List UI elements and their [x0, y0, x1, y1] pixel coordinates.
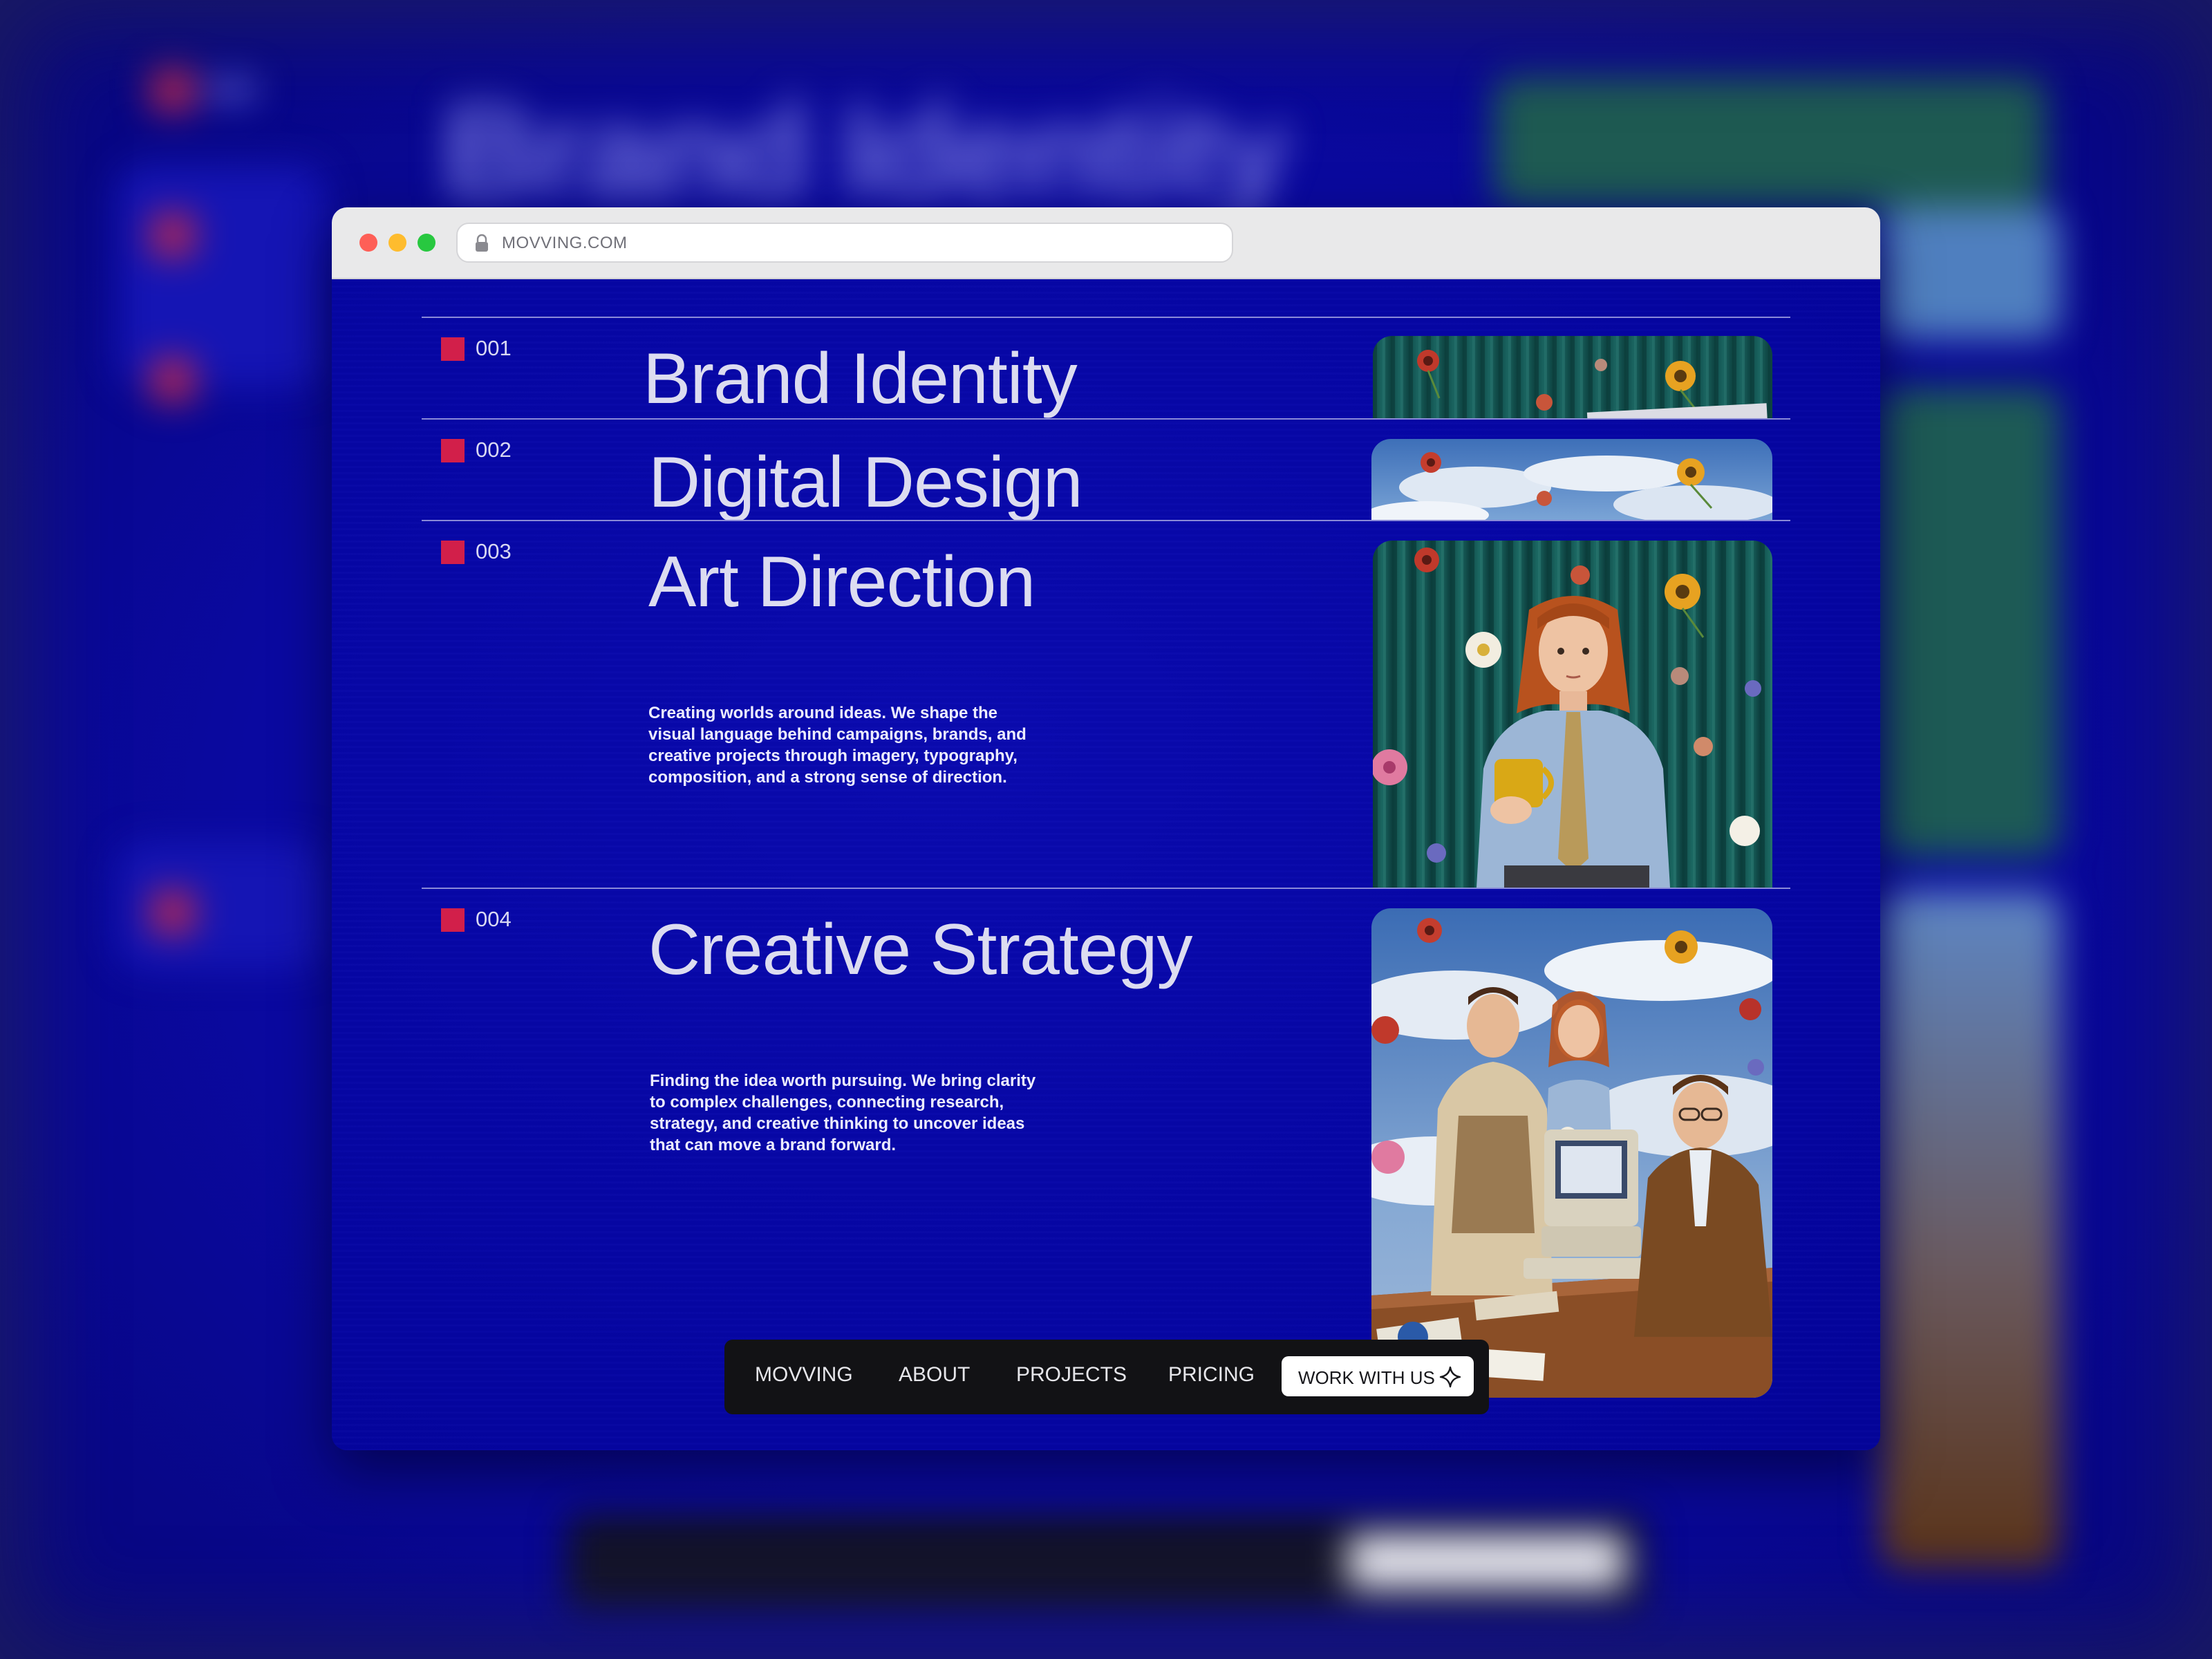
row-description: Finding the idea worth pursuing. We brin… [650, 1071, 1036, 1154]
browser-titlebar: MOVVING.COM [332, 207, 1880, 279]
row-title: Creative Strategy [648, 910, 1192, 990]
service-image-brand-identity [1373, 336, 1772, 418]
url-text: MOVVING.COM [502, 234, 628, 252]
row-title: Brand Identity [643, 343, 1078, 418]
portrait-woman-image [1373, 541, 1772, 888]
background-image [1880, 892, 2060, 1569]
row-title-wrapper: Digital Design [648, 447, 1132, 520]
row-number: 001 [476, 336, 512, 360]
page-content: 001 Brand Identity 002 Digital Design 00… [332, 279, 1880, 1450]
background-square [152, 69, 194, 111]
background-shape [118, 843, 325, 968]
background-square [152, 359, 194, 401]
nav-pricing-link[interactable]: PRICING [1168, 1363, 1255, 1387]
background-title: Brand Identity [442, 78, 1289, 225]
row-title-wrapper: Brand Identity [643, 343, 1127, 418]
maximize-window-button[interactable] [418, 234, 435, 252]
row-title: Digital Design [648, 447, 1083, 520]
nav-projects-link[interactable]: PROJECTS [1016, 1363, 1127, 1387]
team-computer-image [1371, 908, 1772, 1398]
row-marker-square [441, 541, 465, 564]
row-marker-square [441, 337, 465, 361]
address-bar[interactable]: MOVVING.COM [456, 223, 1233, 263]
row-number: 004 [476, 907, 512, 931]
background-number [207, 79, 256, 99]
service-image-art-direction [1373, 541, 1772, 888]
bottom-navbar: MOVVING ABOUT PROJECTS PRICING WORK WITH… [724, 1340, 1489, 1414]
work-with-us-button[interactable]: WORK WITH US [1282, 1356, 1474, 1396]
background-shape [118, 166, 325, 387]
curtain-flowers-image [1373, 336, 1772, 418]
work-with-us-label: WORK WITH US [1298, 1367, 1435, 1388]
row-number: 002 [476, 438, 512, 462]
nav-brand-link[interactable]: MOVVING [755, 1363, 853, 1387]
minimize-window-button[interactable] [388, 234, 406, 252]
sparkle-icon [1439, 1366, 1461, 1388]
background-image [1493, 76, 2046, 207]
background-nav-button [1348, 1535, 1624, 1590]
row-number: 003 [476, 539, 512, 563]
background-square [152, 214, 194, 256]
divider [422, 520, 1790, 521]
row-marker-square [441, 439, 465, 462]
background-image [1880, 387, 2060, 857]
row-title: Art Direction [648, 542, 1035, 622]
browser-window: MOVVING.COM 001 Brand Identity 002 Digit… [332, 207, 1880, 1450]
background-square [152, 892, 194, 933]
background-image [1880, 207, 2060, 339]
row-marker-square [441, 908, 465, 932]
row-description: Creating worlds around ideas. We shape t… [648, 704, 1027, 787]
service-image-digital-design [1371, 439, 1772, 520]
divider [422, 317, 1790, 318]
service-image-creative-strategy [1371, 908, 1772, 1398]
divider [422, 888, 1790, 889]
divider [422, 418, 1790, 420]
lock-icon [476, 234, 488, 252]
sky-flowers-image [1371, 439, 1772, 520]
nav-about-link[interactable]: ABOUT [899, 1363, 970, 1387]
close-window-button[interactable] [359, 234, 377, 252]
